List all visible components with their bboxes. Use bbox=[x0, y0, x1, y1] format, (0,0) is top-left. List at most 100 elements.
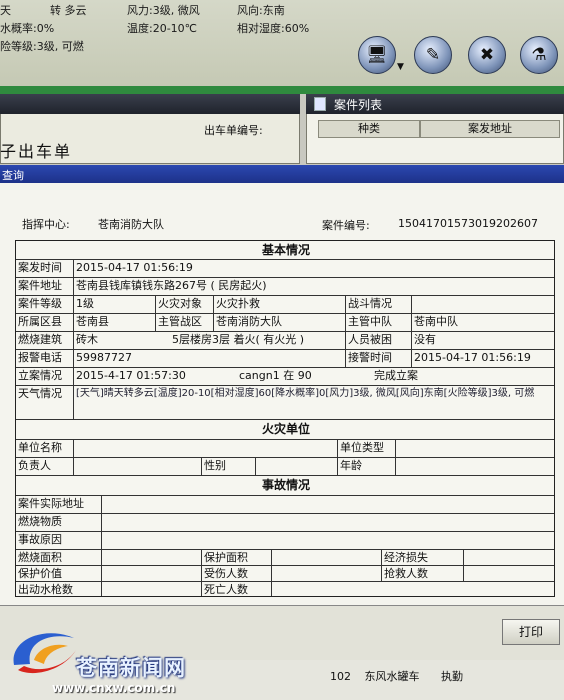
unit-type-value bbox=[396, 440, 554, 457]
table-row: 天气情况 [天气]晴天转多云[温度]20-10[相对湿度]60[降水概率]0[风… bbox=[16, 386, 554, 420]
person-value bbox=[74, 458, 202, 475]
nozzle-value bbox=[102, 582, 202, 596]
death-label: 死亡人数 bbox=[202, 582, 272, 596]
age-label: 年龄 bbox=[338, 458, 396, 475]
print-button[interactable]: 打印 bbox=[502, 619, 560, 645]
green-bar bbox=[0, 86, 564, 94]
address-label: 案件地址 bbox=[16, 278, 74, 295]
table-row: 所属区县 苍南县 主管战区 苍南消防大队 主管中队 苍南中队 bbox=[16, 314, 554, 332]
trapped-label: 人员被困 bbox=[346, 332, 412, 349]
protect-value-label: 保护价值 bbox=[16, 566, 102, 581]
filing-value-cell: 2015-4-17 01:57:30 cangn1 在 90 完成立案 bbox=[74, 368, 554, 385]
column-header-address[interactable]: 案发地址 bbox=[420, 120, 560, 138]
burn-area-value bbox=[102, 550, 202, 565]
weather-value: [天气]晴天转多云[温度]20-10[相对湿度]60[降水概率]0[风力]3级,… bbox=[76, 388, 535, 399]
basic-section-row: 基本情况 bbox=[16, 241, 554, 260]
table-row: 燃烧建筑 砖木 5层楼房3层 着火( 有火光 ) 人员被困 没有 bbox=[16, 332, 554, 350]
squad-value: 苍南中队 bbox=[414, 315, 458, 328]
county-value: 苍南县 bbox=[74, 314, 156, 331]
chevron-down-icon[interactable]: ▼ bbox=[397, 62, 404, 72]
protect-value-value bbox=[102, 566, 202, 581]
filing-label: 立案情况 bbox=[16, 368, 74, 385]
zone-value: 苍南消防大队 bbox=[214, 314, 346, 331]
tools-button[interactable]: ✖ bbox=[468, 36, 506, 74]
grade-label: 案件等级 bbox=[16, 296, 74, 313]
column-header-type[interactable]: 种类 bbox=[318, 120, 420, 138]
gender-label: 性别 bbox=[202, 458, 256, 475]
age-value bbox=[396, 458, 554, 475]
accident-section-title: 事故情况 bbox=[261, 478, 310, 492]
bottles-button[interactable]: ⚗ bbox=[520, 36, 558, 74]
list-item-status: 执勤 bbox=[441, 670, 463, 683]
econ-loss-value bbox=[464, 550, 554, 565]
dialog-title: 查询 bbox=[2, 169, 24, 182]
table-row: 案发时间 2015-04-17 01:56:19 bbox=[16, 260, 554, 278]
battle-value bbox=[412, 296, 554, 313]
table-row: 保护价值 受伤人数 抢救人数 bbox=[16, 566, 554, 582]
cause-label: 事故原因 bbox=[16, 532, 102, 549]
command-center-label: 指挥中心: bbox=[22, 218, 70, 231]
burn-material-value bbox=[102, 514, 554, 531]
weather-wind-force: 风力:3级, 微风 bbox=[127, 4, 200, 17]
unit-name-value bbox=[74, 440, 338, 457]
actual-address-label: 案件实际地址 bbox=[16, 496, 102, 513]
actual-address-value bbox=[102, 496, 554, 513]
pen-button[interactable]: ✎ bbox=[414, 36, 452, 74]
building-value: 砖木 bbox=[76, 333, 98, 346]
weather-rain-prob: 水概率:0% bbox=[0, 22, 55, 35]
case-number-label: 案件编号: bbox=[322, 219, 370, 232]
phone-value: 59987727 bbox=[74, 350, 346, 367]
alarm-time-label: 接警时间 bbox=[346, 350, 412, 367]
injured-value bbox=[272, 566, 382, 581]
burn-area-label: 燃烧面积 bbox=[16, 550, 102, 565]
table-row: 案件地址 苍南县钱库镇钱东路267号 ( 民房起火) bbox=[16, 278, 554, 296]
dispatch-form-title: 子出车单 bbox=[0, 142, 73, 161]
site-name: 苍南新闻网 bbox=[76, 656, 186, 680]
unit-name-label: 单位名称 bbox=[16, 440, 74, 457]
tools-icon: ✖ bbox=[479, 45, 495, 65]
rescued-label: 抢救人数 bbox=[382, 566, 464, 581]
building-label: 燃烧建筑 bbox=[16, 332, 74, 349]
filing-time: 2015-4-17 01:57:30 bbox=[76, 369, 186, 382]
site-url: www.cnxw.com.cn bbox=[52, 681, 176, 695]
accident-section-row: 事故情况 bbox=[16, 476, 554, 496]
death-value bbox=[272, 582, 554, 596]
weather-humidity: 相对湿度:60% bbox=[237, 22, 310, 35]
case-number-value: 15041701573019202607 bbox=[398, 217, 538, 230]
table-row: 事故原因 bbox=[16, 532, 554, 550]
unit-section-title: 火灾单位 bbox=[261, 422, 310, 436]
bottles-icon: ⚗ bbox=[531, 45, 547, 65]
dialog-title-bar[interactable] bbox=[0, 165, 564, 183]
person-label: 负责人 bbox=[16, 458, 74, 475]
weather-sky: 天 bbox=[0, 4, 11, 17]
unit-type-label: 单位类型 bbox=[338, 440, 396, 457]
command-center-value: 苍南消防大队 bbox=[98, 218, 164, 231]
table-row: 出动水枪数 死亡人数 bbox=[16, 582, 554, 596]
rescued-value bbox=[464, 566, 554, 581]
pen-icon: ✎ bbox=[425, 45, 441, 65]
table-row: 案件实际地址 bbox=[16, 496, 554, 514]
grade-value: 1级 bbox=[74, 296, 156, 313]
filing-user: cangn1 在 90 bbox=[239, 369, 312, 382]
list-item[interactable]: 102 东风水罐车 执勤 bbox=[330, 668, 463, 684]
address-value: 苍南县钱库镇钱东路267号 ( 民房起火) bbox=[76, 279, 267, 292]
gender-value bbox=[256, 458, 338, 475]
phone-label: 报警电话 bbox=[16, 350, 74, 367]
battle-label: 战斗情况 bbox=[346, 296, 412, 313]
list-item-number: 102 bbox=[330, 670, 351, 683]
table-row: 案件等级 1级 火灾对象 火灾扑救 战斗情况 bbox=[16, 296, 554, 314]
list-icon bbox=[314, 97, 326, 111]
weather-label: 天气情况 bbox=[16, 386, 74, 419]
weather-fire-risk: 险等级:3级, 可燃 bbox=[0, 40, 84, 53]
monitor-button[interactable]: 🖥 bbox=[358, 36, 396, 74]
econ-loss-label: 经济损失 bbox=[382, 550, 464, 565]
table-row: 报警电话 59987727 接警时间 2015-04-17 01:56:19 bbox=[16, 350, 554, 368]
unit-section-row: 火灾单位 bbox=[16, 420, 554, 440]
table-row: 立案情况 2015-4-17 01:57:30 cangn1 在 90 完成立案 bbox=[16, 368, 554, 386]
fire-object-label: 火灾对象 bbox=[156, 296, 214, 313]
burn-material-label: 燃烧物质 bbox=[16, 514, 102, 531]
squad-label: 主管中队 bbox=[346, 314, 412, 331]
table-row: 燃烧物质 bbox=[16, 514, 554, 532]
weather-wind-direction: 风向:东南 bbox=[237, 4, 285, 17]
table-row: 负责人 性别 年龄 bbox=[16, 458, 554, 476]
